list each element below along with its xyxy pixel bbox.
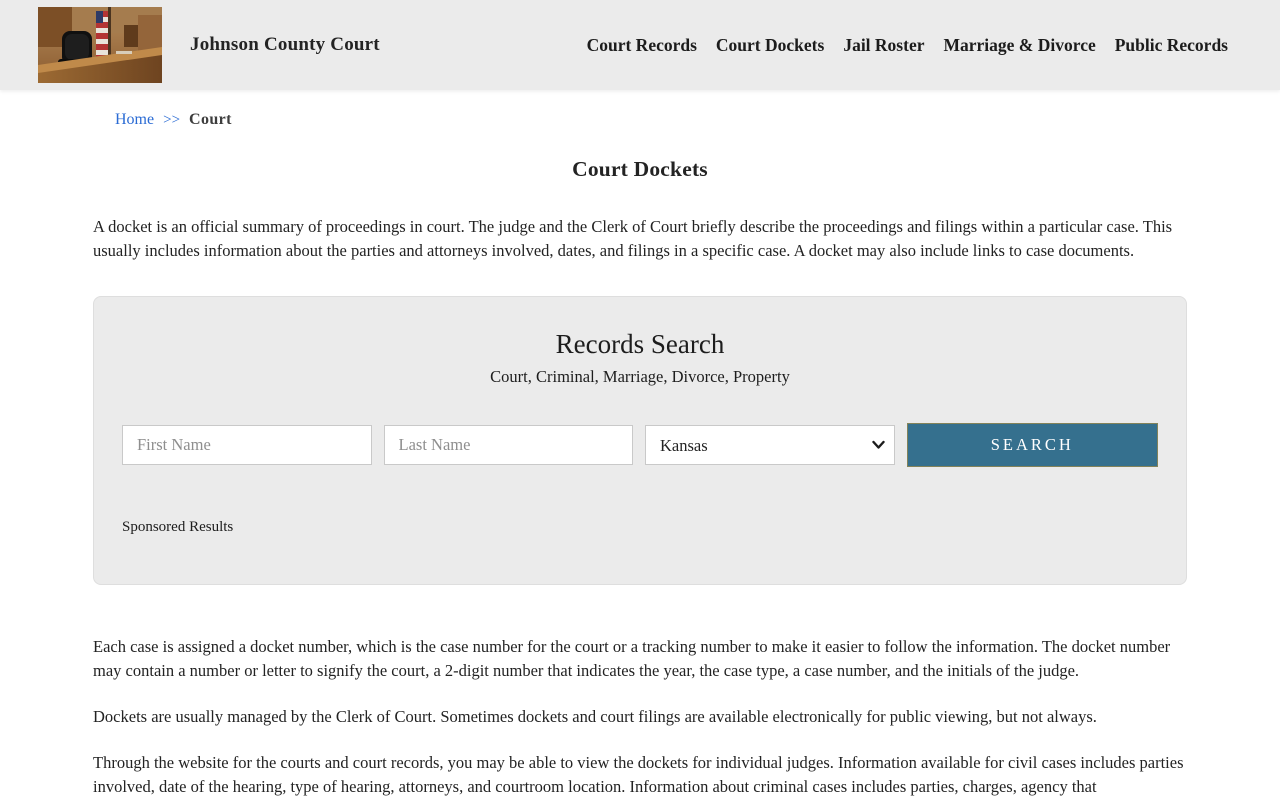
nav-court-dockets[interactable]: Court Dockets (716, 35, 824, 56)
last-name-input[interactable] (383, 425, 633, 465)
search-panel-subtitle: Court, Criminal, Marriage, Divorce, Prop… (490, 367, 790, 386)
paragraph-docket-number: Each case is assigned a docket number, w… (93, 637, 1171, 680)
first-name-field-wrap (122, 425, 372, 465)
body-paragraphs: Each case is assigned a docket number, w… (93, 635, 1187, 799)
breadcrumb-current: Court (189, 111, 232, 128)
intro-paragraph: A docket is an official summary of proce… (93, 217, 1173, 260)
main-nav: Court Records Court Dockets Jail Roster … (587, 35, 1228, 56)
nav-court-records[interactable]: Court Records (587, 35, 697, 56)
courtroom-logo-image (38, 7, 162, 83)
nav-public-records[interactable]: Public Records (1115, 35, 1228, 56)
search-form-row: Kansas SEARCH (122, 423, 1158, 467)
sponsored-results-label: Sponsored Results (122, 519, 234, 535)
state-select-wrap: Kansas (645, 425, 895, 465)
first-name-input[interactable] (122, 425, 372, 465)
paragraph-website: Through the website for the courts and c… (93, 753, 1184, 796)
records-search-panel: Records Search Court, Criminal, Marriage… (93, 296, 1187, 585)
breadcrumb: Home >> Court (93, 111, 1187, 129)
search-button[interactable]: SEARCH (906, 423, 1158, 467)
nav-jail-roster[interactable]: Jail Roster (843, 35, 924, 56)
last-name-field-wrap (383, 425, 633, 465)
breadcrumb-separator: >> (163, 112, 181, 128)
search-panel-title: Records Search (555, 329, 725, 359)
header: Johnson County Court Court Records Court… (0, 0, 1280, 90)
content-container: Home >> Court Court Dockets A docket is an… (82, 111, 1198, 799)
state-select[interactable]: Kansas (645, 425, 895, 465)
paragraph-clerk: Dockets are usually managed by the Clerk… (93, 707, 1097, 726)
breadcrumb-home-link[interactable]: Home (115, 111, 154, 128)
page-title: Court Dockets (572, 157, 708, 181)
nav-marriage-divorce[interactable]: Marriage & Divorce (943, 35, 1095, 56)
site-title: Johnson County Court (190, 34, 380, 55)
